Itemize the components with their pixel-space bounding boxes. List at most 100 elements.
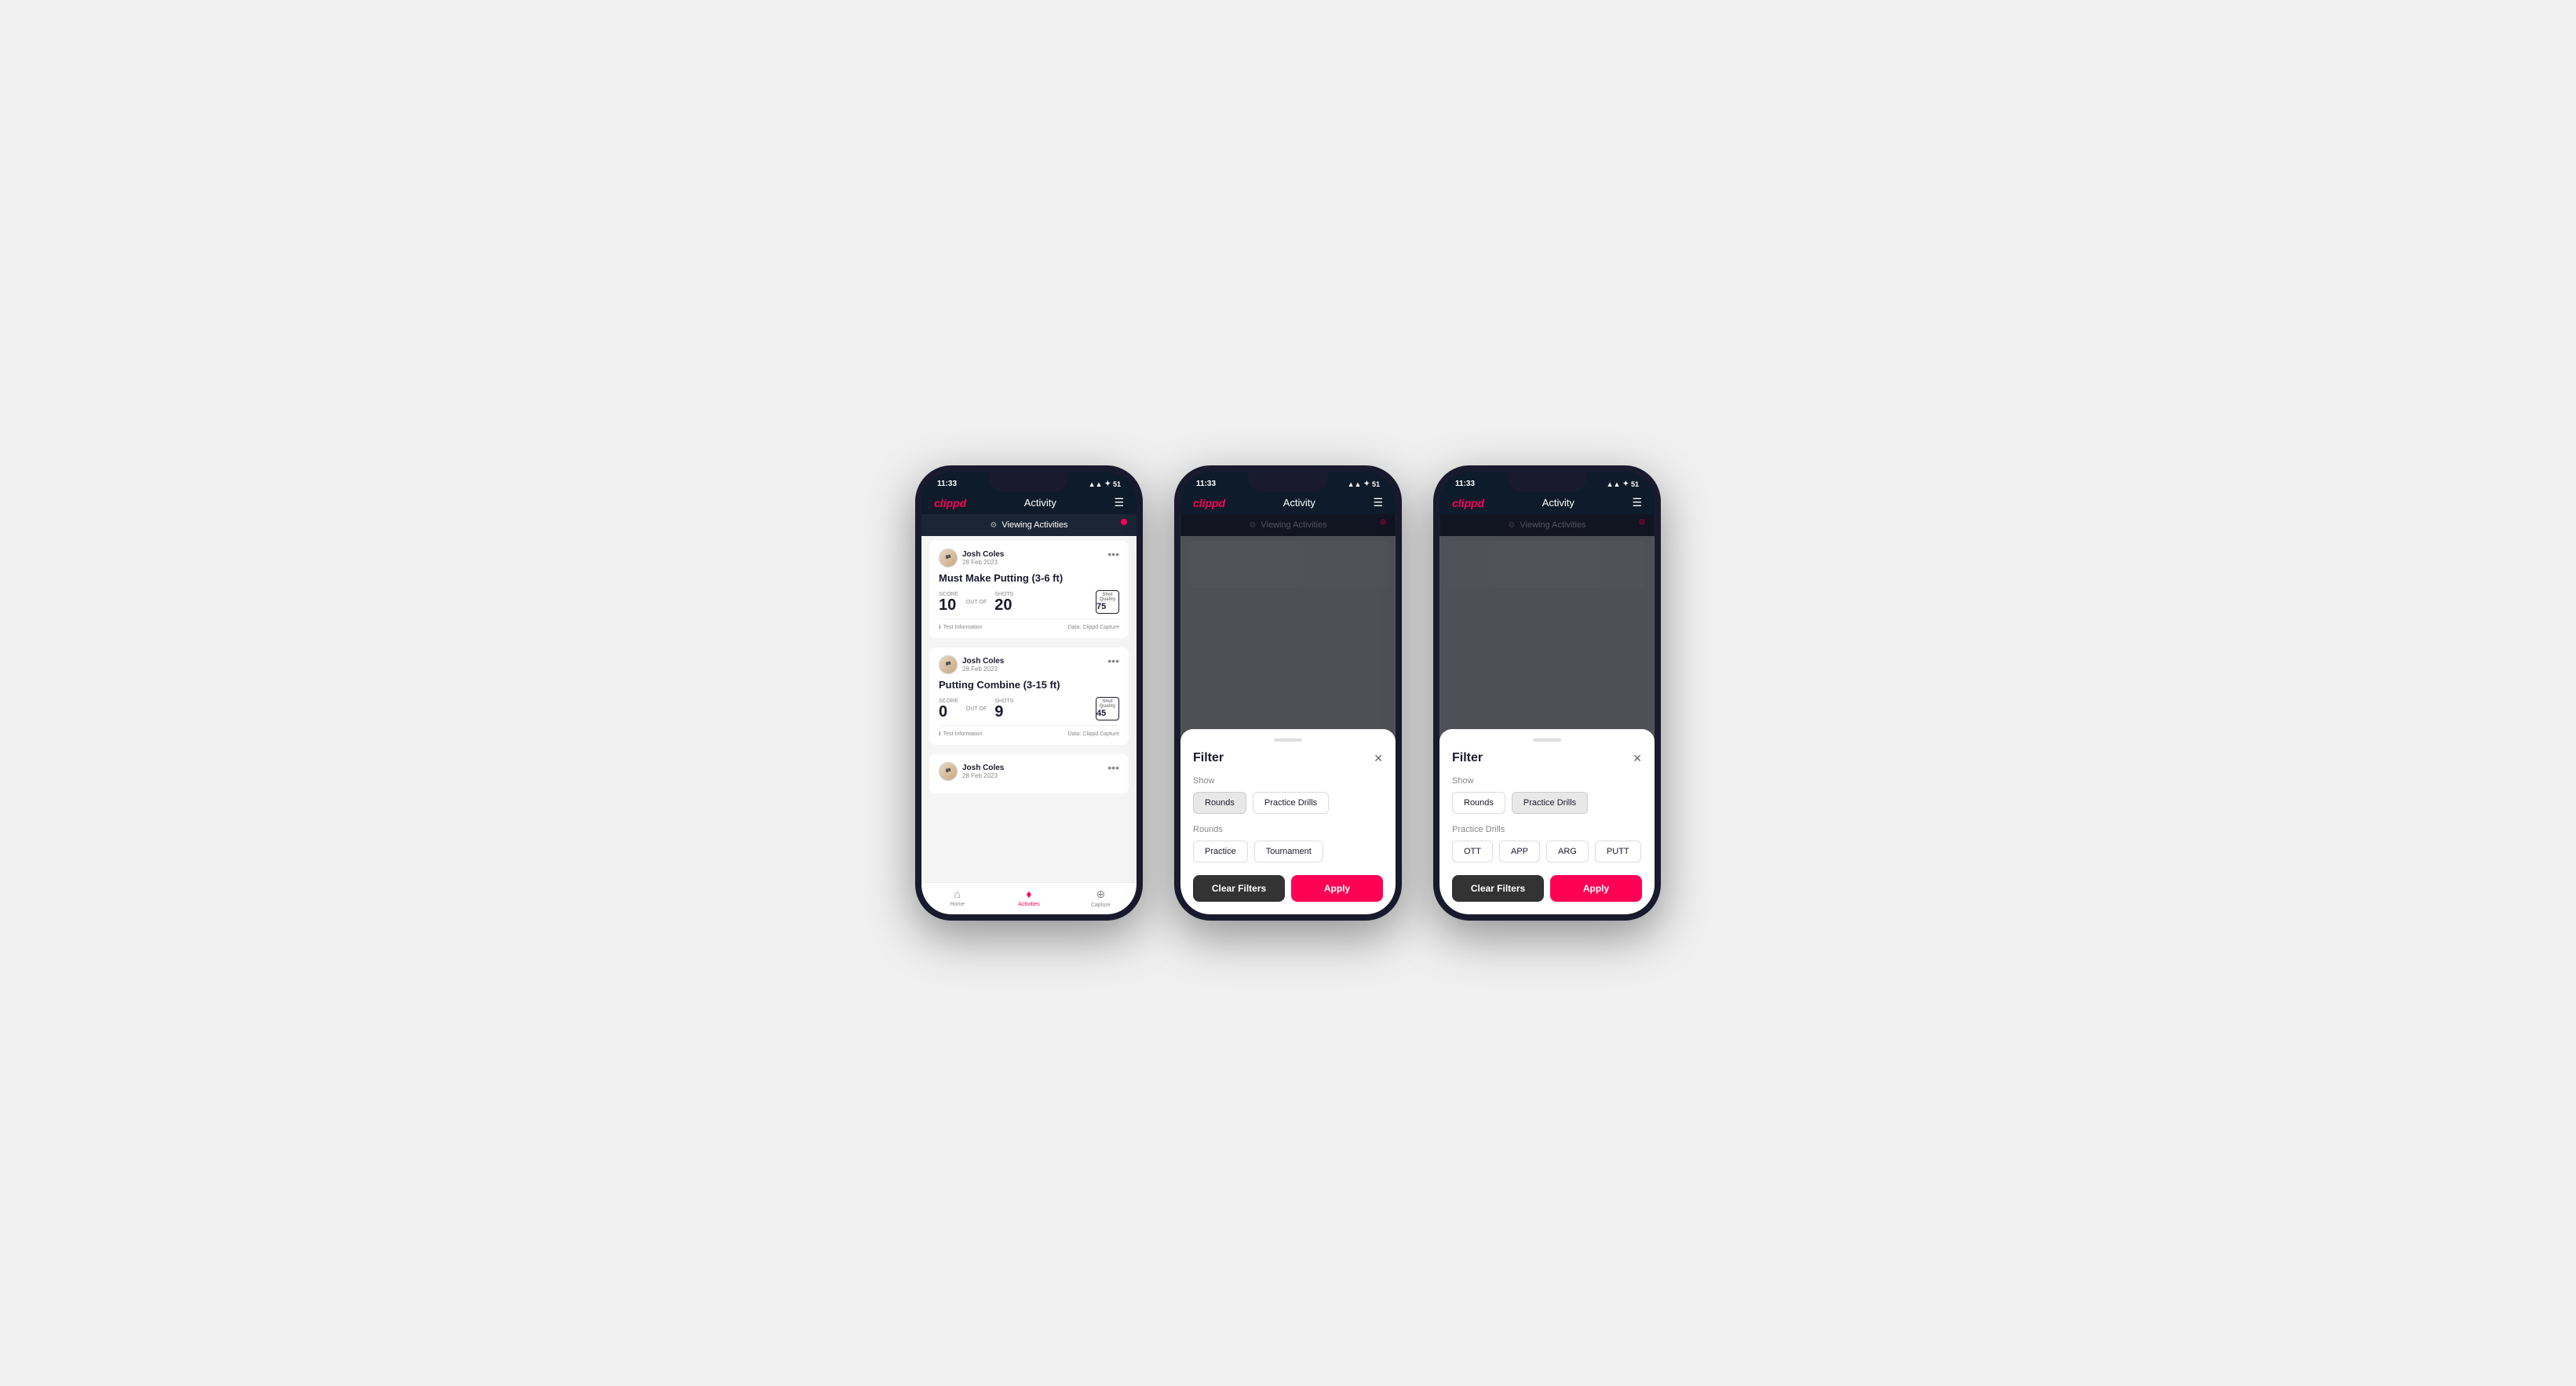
modal-close-3[interactable]: ✕	[1633, 752, 1642, 765]
viewing-bar-dot-1	[1121, 519, 1127, 525]
user-date-1: 28 Feb 2023	[962, 559, 1004, 566]
show-options-3: Rounds Practice Drills	[1452, 792, 1642, 814]
viewing-bar-text-1: Viewing Activities	[1002, 520, 1067, 530]
filter-btn-practice-2[interactable]: Practice	[1193, 841, 1248, 863]
modal-handle-2	[1274, 739, 1302, 742]
card-footer-2: ℹ Test Information Data: Clippd Capture	[939, 725, 1119, 737]
phone-notch-3	[1508, 472, 1586, 492]
nav-home-1[interactable]: ⌂ Home	[921, 888, 993, 908]
status-icons-3: ▲▲ ✦ 51	[1607, 480, 1639, 488]
menu-icon-3[interactable]: ☰	[1632, 496, 1642, 509]
logo-1: clippd	[934, 497, 966, 509]
activity-card-1: 🏴 Josh Coles 28 Feb 2023 ••• Must Make P…	[929, 541, 1129, 638]
rounds-options-2: Practice Tournament	[1193, 841, 1383, 863]
modal-title-2: Filter	[1193, 751, 1224, 765]
filter-btn-putt-3[interactable]: PUTT	[1595, 841, 1641, 863]
filter-btn-practice-drills-2[interactable]: Practice Drills	[1253, 792, 1329, 814]
show-options-2: Rounds Practice Drills	[1193, 792, 1383, 814]
screen-wrapper-1: ⚙ Viewing Activities 🏴 Josh Coles	[921, 514, 1137, 914]
user-date-2: 28 Feb 2023	[962, 666, 1004, 673]
footer-data-2: Data: Clippd Capture	[1068, 731, 1119, 737]
signal-icon-3: ▲▲	[1607, 480, 1621, 488]
more-dots-1[interactable]: •••	[1107, 549, 1119, 560]
filter-btn-rounds-2[interactable]: Rounds	[1193, 792, 1246, 814]
status-icons-2: ▲▲ ✦ 51	[1348, 480, 1380, 488]
user-info-2: 🏴 Josh Coles 28 Feb 2023	[939, 655, 1004, 674]
apply-btn-3[interactable]: Apply	[1550, 875, 1642, 902]
modal-overlay-2: Filter ✕ Show Rounds Practice Drills Rou…	[1180, 514, 1396, 914]
wifi-icon-3: ✦	[1622, 480, 1629, 488]
nav-home-label-1: Home	[950, 902, 965, 907]
card-header-1: 🏴 Josh Coles 28 Feb 2023 •••	[939, 549, 1119, 567]
modal-footer-3: Clear Filters Apply	[1452, 875, 1642, 902]
screen-content-1: ⚙ Viewing Activities 🏴 Josh Coles	[921, 514, 1137, 882]
screen-wrapper-3: ⚙ Viewing Activities Filter ✕ Show Round…	[1439, 514, 1655, 914]
footer-data-1: Data: Clippd Capture	[1068, 625, 1119, 630]
user-name-1: Josh Coles	[962, 550, 1004, 559]
more-dots-2[interactable]: •••	[1107, 655, 1119, 666]
show-label-3: Show	[1452, 776, 1642, 786]
bottom-nav-1: ⌂ Home ♦ Activities ⊕ Capture	[921, 882, 1137, 914]
activity-card-2: 🏴 Josh Coles 28 Feb 2023 ••• Putting Com…	[929, 647, 1129, 745]
header-title-2: Activity	[1283, 497, 1315, 509]
modal-title-3: Filter	[1452, 751, 1483, 765]
phone-notch-1	[990, 472, 1068, 492]
header-title-1: Activity	[1024, 497, 1056, 509]
app-header-2: clippd Activity ☰	[1180, 491, 1396, 514]
card-header-3: 🏴 Josh Coles 28 Feb 2023 •••	[939, 762, 1119, 781]
viewing-bar-1[interactable]: ⚙ Viewing Activities	[921, 514, 1137, 536]
screen-wrapper-2: ⚙ Viewing Activities Filter ✕ Show Round…	[1180, 514, 1396, 914]
filter-btn-rounds-3[interactable]: Rounds	[1452, 792, 1505, 814]
modal-header-3: Filter ✕	[1452, 751, 1642, 765]
avatar-3: 🏴	[939, 762, 958, 781]
capture-icon-1: ⊕	[1096, 888, 1105, 901]
modal-close-2[interactable]: ✕	[1374, 752, 1383, 765]
logo-3: clippd	[1452, 497, 1484, 509]
avatar-1: 🏴	[939, 549, 958, 567]
time-1: 11:33	[937, 480, 957, 488]
phone-2: 11:33 ▲▲ ✦ 51 clippd Activity ☰ ⚙ Viewin…	[1174, 465, 1402, 921]
filter-btn-practice-drills-3[interactable]: Practice Drills	[1512, 792, 1588, 814]
home-icon-1: ⌂	[954, 888, 960, 900]
clear-filters-btn-3[interactable]: Clear Filters	[1452, 875, 1544, 902]
battery-icon-2: 51	[1372, 480, 1380, 488]
filter-btn-arg-3[interactable]: ARG	[1546, 841, 1589, 863]
filter-btn-app-3[interactable]: APP	[1499, 841, 1540, 863]
filter-btn-ott-3[interactable]: OTT	[1452, 841, 1493, 863]
rounds-label-2: Rounds	[1193, 825, 1383, 834]
modal-sheet-3: Filter ✕ Show Rounds Practice Drills Pra…	[1439, 729, 1655, 914]
phone-1: 11:33 ▲▲ ✦ 51 clippd Activity ☰ ⚙ Viewin…	[915, 465, 1143, 921]
header-title-3: Activity	[1542, 497, 1574, 509]
practice-drills-options-3: OTT APP ARG PUTT	[1452, 841, 1642, 863]
user-info-1: 🏴 Josh Coles 28 Feb 2023	[939, 549, 1004, 567]
card-stats-2: Score 0 OUT OF Shots 9 Shot Quality 45	[939, 697, 1119, 720]
shot-quality-badge-2: Shot Quality 45	[1096, 697, 1119, 720]
avatar-2: 🏴	[939, 655, 958, 674]
menu-icon-1[interactable]: ☰	[1114, 496, 1124, 509]
footer-info-2: ℹ Test Information	[939, 731, 982, 737]
card-footer-1: ℹ Test Information Data: Clippd Capture	[939, 618, 1119, 630]
more-dots-3[interactable]: •••	[1107, 762, 1119, 773]
nav-activities-1[interactable]: ♦ Activities	[993, 888, 1064, 908]
card-stats-1: Score 10 OUT OF Shots 20 Shot Quality 75	[939, 590, 1119, 614]
modal-footer-2: Clear Filters Apply	[1193, 875, 1383, 902]
practice-drills-label-3: Practice Drills	[1452, 825, 1642, 834]
show-label-2: Show	[1193, 776, 1383, 786]
clear-filters-btn-2[interactable]: Clear Filters	[1193, 875, 1285, 902]
wifi-icon-2: ✦	[1363, 480, 1370, 488]
menu-icon-2[interactable]: ☰	[1373, 496, 1383, 509]
activity-card-3: 🏴 Josh Coles 28 Feb 2023 •••	[929, 754, 1129, 793]
user-name-3: Josh Coles	[962, 764, 1004, 772]
card-header-2: 🏴 Josh Coles 28 Feb 2023 •••	[939, 655, 1119, 674]
activities-icon-1: ♦	[1026, 888, 1031, 900]
apply-btn-2[interactable]: Apply	[1291, 875, 1383, 902]
nav-capture-label-1: Capture	[1091, 903, 1111, 908]
time-3: 11:33	[1455, 480, 1475, 488]
phone-notch-2	[1249, 472, 1327, 492]
modal-overlay-3: Filter ✕ Show Rounds Practice Drills Pra…	[1439, 514, 1655, 914]
filter-btn-tournament-2[interactable]: Tournament	[1254, 841, 1323, 863]
card-title-2: Putting Combine (3-15 ft)	[939, 679, 1119, 691]
battery-icon-3: 51	[1631, 480, 1639, 488]
nav-capture-1[interactable]: ⊕ Capture	[1065, 888, 1137, 908]
shots-value-1: 20	[994, 597, 1013, 613]
